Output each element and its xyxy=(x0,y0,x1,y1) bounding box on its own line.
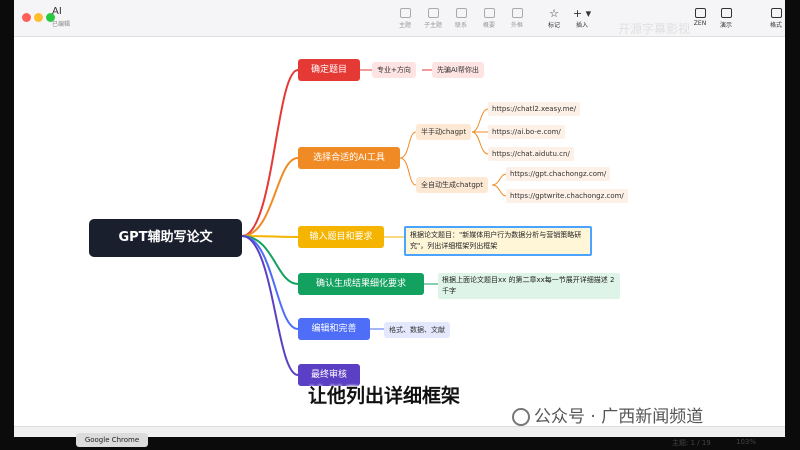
connector-11 xyxy=(471,108,489,133)
branch-choose-ai-tool[interactable]: 选择合适的AI工具 xyxy=(298,147,400,169)
connector-10 xyxy=(399,157,417,186)
relationship-button[interactable]: 联系 xyxy=(446,8,476,29)
dock-app-chrome[interactable]: Google Chrome xyxy=(76,433,148,447)
subtopic-icon xyxy=(427,8,439,18)
branch-input-requirements[interactable]: 输入题目和要求 xyxy=(298,226,384,248)
connector-1 xyxy=(241,69,299,237)
link-chatl2[interactable]: https://chatl2.xeasy.me/ xyxy=(488,102,581,116)
link-gpt-chachongz[interactable]: https://gpt.chachongz.com/ xyxy=(506,167,611,181)
wechat-icon xyxy=(512,408,530,426)
close-window-button[interactable] xyxy=(22,13,31,22)
connector-4 xyxy=(241,235,299,285)
tool-fully-auto[interactable]: 全自动生成chatgpt xyxy=(416,177,488,193)
edit-sub-items[interactable]: 格式、数据、文献 xyxy=(384,322,450,338)
boundary-button[interactable]: 外框 xyxy=(502,8,532,29)
subtopic-button[interactable]: 子主题 xyxy=(418,8,448,29)
video-caption: 让他列出详细框架 xyxy=(308,385,461,407)
branch-determine-topic[interactable]: 确定题目 xyxy=(298,59,360,81)
link-ai-bo-e[interactable]: https://ai.bo-e.com/ xyxy=(488,125,565,139)
pitch-button[interactable]: 演示 xyxy=(711,8,741,29)
topic-icon xyxy=(399,8,411,18)
tool-semi-manual[interactable]: 半手动chagpt xyxy=(416,124,472,140)
zen-icon xyxy=(694,8,706,18)
branch-edit-polish[interactable]: 编辑和完善 xyxy=(298,318,370,340)
insert-button[interactable]: + ▾ 插入 xyxy=(567,8,597,29)
connector-6 xyxy=(241,235,299,376)
refine-requirement-text[interactable]: 根据上面论文题目xx 的第二章xx每一节展开详细描述 2千字 xyxy=(438,273,620,299)
connector-13 xyxy=(471,131,489,155)
top-watermark: 开源字幕影视 xyxy=(618,22,691,36)
marker-button[interactable]: ☆ 标记 xyxy=(539,8,569,29)
format-button[interactable]: 格式 xyxy=(761,8,791,29)
summary-button[interactable]: 概要 xyxy=(474,8,504,29)
connector-15 xyxy=(491,184,507,197)
link-aidutu[interactable]: https://chat.aidutu.cn/ xyxy=(488,147,574,161)
document-title: AI xyxy=(52,6,62,17)
root-topic[interactable]: GPT辅助写论文 xyxy=(89,219,242,257)
connector-5 xyxy=(241,235,299,330)
format-icon xyxy=(770,8,782,18)
star-icon: ☆ xyxy=(549,7,559,20)
topic-count: 主题: 1 / 19 xyxy=(672,439,711,447)
link-gptwrite-chachongz[interactable]: https://gptwrite.chachongz.com/ xyxy=(506,189,628,203)
zoom-level[interactable]: 103% xyxy=(736,438,756,446)
topic-sub-major[interactable]: 专业+方向 xyxy=(372,62,416,78)
mindmap-canvas[interactable]: GPT辅助写论文 确定题目 选择合适的AI工具 输入题目和要求 确认生成结果细化… xyxy=(14,36,785,426)
minimize-window-button[interactable] xyxy=(34,13,43,22)
plus-icon: + ▾ xyxy=(572,7,592,20)
branch-refine-results[interactable]: 确认生成结果细化要求 xyxy=(298,273,424,295)
channel-watermark: 公众号 · 广西新闻频道 xyxy=(512,402,703,427)
input-requirement-text[interactable]: 根据论文题目："新媒体用户行为数据分析与营销策略研究"，列出详细框架列出框架 xyxy=(404,226,592,256)
play-icon xyxy=(720,8,732,18)
topic-sub-ask-ai[interactable]: 先骗AI帮你出 xyxy=(432,62,484,78)
connector-14 xyxy=(491,173,507,186)
boundary-icon xyxy=(511,8,523,18)
mindmap-window: AI 已编辑 主题 子主题 联系 概要 外框 ☆ 标记 + ▾ 插入 ZEN 演示 … xyxy=(14,0,785,437)
relationship-icon xyxy=(455,8,467,18)
topic-button[interactable]: 主题 xyxy=(390,8,420,29)
document-status: 已编辑 xyxy=(52,21,71,28)
connector-9 xyxy=(399,131,417,159)
summary-icon xyxy=(483,8,495,18)
